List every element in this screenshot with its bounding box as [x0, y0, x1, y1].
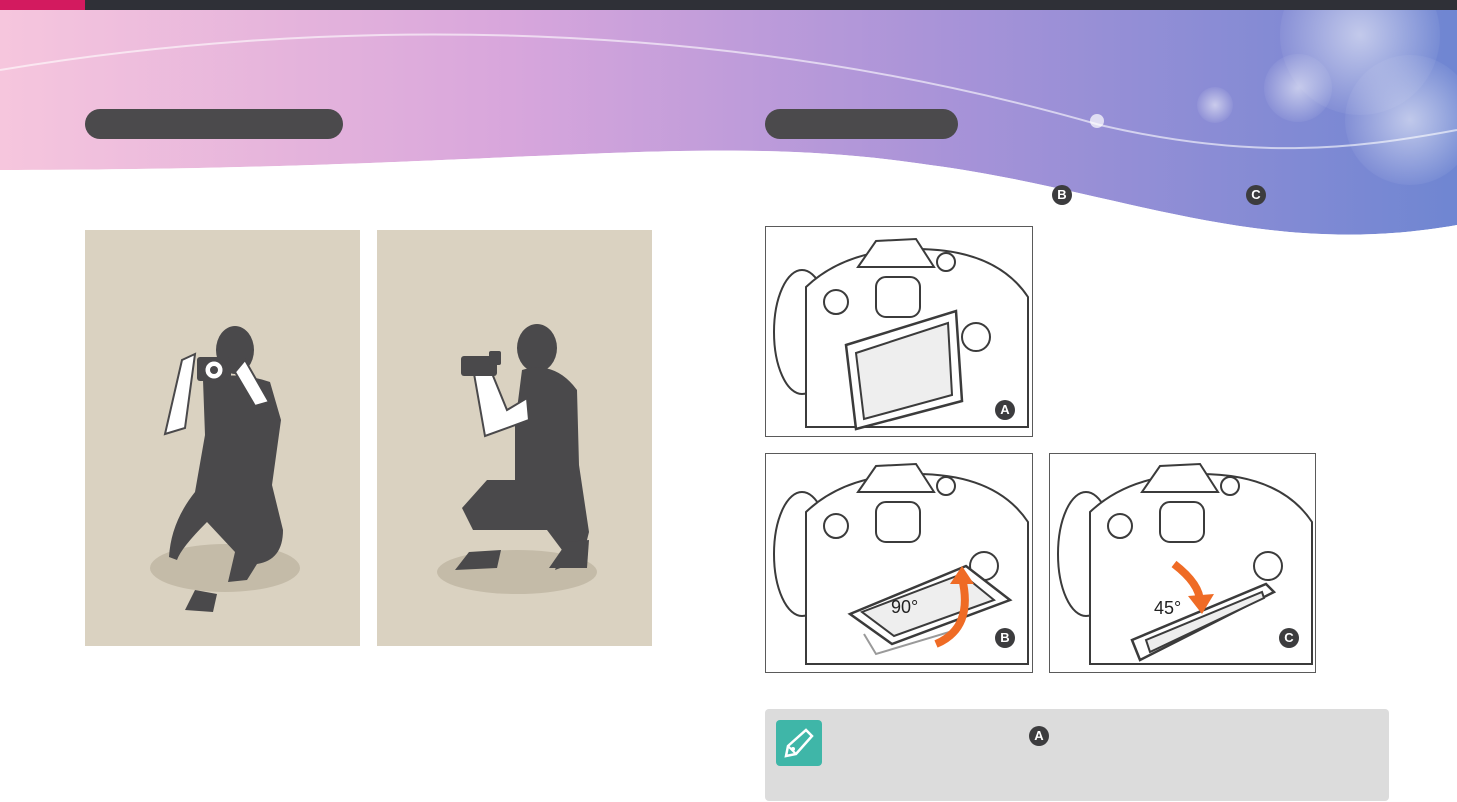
- section-title-left: [85, 109, 343, 139]
- note-badge-a: A: [1029, 726, 1049, 746]
- camera-screen-tilt-up-illustration: [773, 462, 1029, 665]
- photo-crouching-side: [377, 230, 652, 646]
- angle-label-90: 90°: [891, 597, 919, 617]
- top-bar: [0, 0, 1457, 10]
- figure-badge-b: B: [995, 628, 1015, 648]
- camera-figure-a: A: [765, 226, 1033, 437]
- figure-badge-a: A: [995, 400, 1015, 420]
- photographer-side-illustration: [437, 324, 597, 594]
- photo-crouching-front: [85, 230, 360, 646]
- inline-badge-c: C: [1246, 185, 1266, 205]
- note-box: A: [765, 709, 1389, 801]
- camera-figure-b: B 90°: [765, 453, 1033, 673]
- figure-badge-c: C: [1279, 628, 1299, 648]
- angle-label-45: 45°: [1154, 598, 1182, 618]
- section-title-right: [765, 109, 958, 139]
- camera-screen-closed-illustration: [773, 237, 1029, 431]
- photographer-front-illustration: [150, 326, 300, 612]
- inline-badge-b: B: [1052, 185, 1072, 205]
- top-bar-accent: [0, 0, 85, 10]
- pen-nib-icon: [776, 720, 822, 766]
- camera-screen-tilt-down-illustration: [1057, 462, 1313, 665]
- camera-figure-c: C 45°: [1049, 453, 1316, 673]
